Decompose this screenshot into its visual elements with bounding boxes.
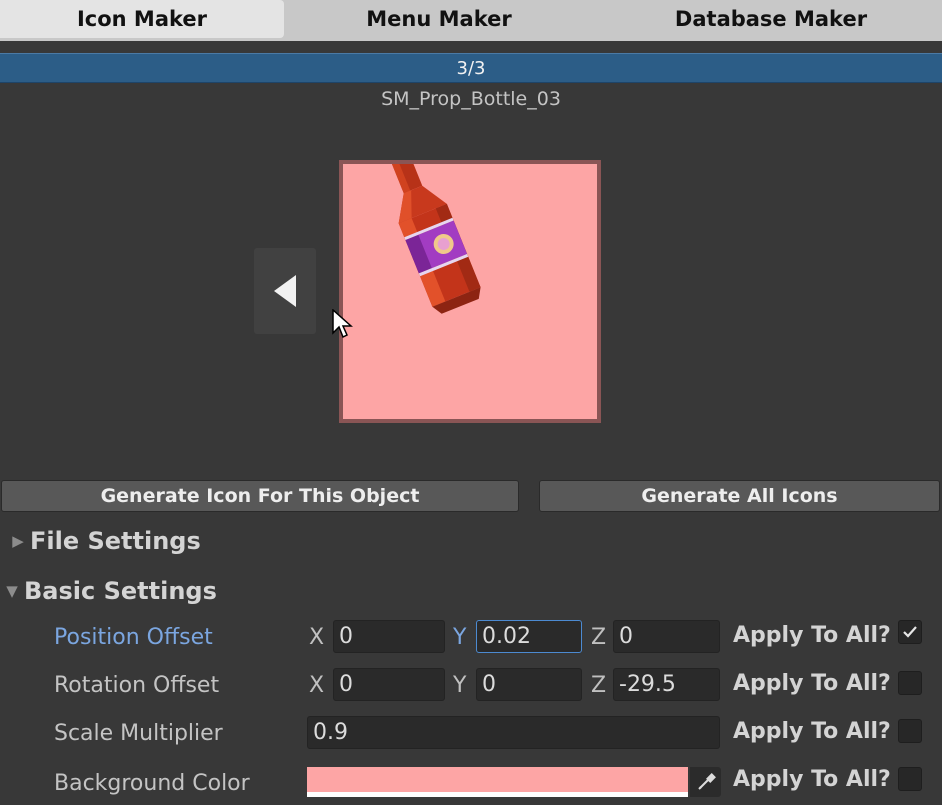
object-name: SM_Prop_Bottle_03 — [381, 88, 561, 110]
rotation-x-label: X — [309, 673, 325, 698]
position-offset-label: Position Offset — [54, 625, 213, 650]
position-apply-label: Apply To All? — [733, 623, 891, 648]
file-settings-label: File Settings — [30, 527, 201, 555]
arrow-left-icon — [274, 275, 296, 307]
position-z-field[interactable]: 0 — [613, 620, 720, 653]
checkmark-icon — [903, 626, 917, 638]
basic-settings-label: Basic Settings — [24, 577, 217, 605]
generate-icon-button[interactable]: Generate Icon For This Object — [1, 480, 519, 512]
position-apply-checkbox[interactable] — [898, 620, 922, 644]
background-color-label: Background Color — [54, 771, 250, 796]
tool-tabs: Icon Maker Menu Maker Database Maker — [0, 0, 942, 41]
file-settings-foldout[interactable]: ▶ File Settings — [6, 527, 201, 555]
position-x-field[interactable]: 0 — [333, 620, 445, 653]
previous-object-button[interactable] — [254, 248, 316, 334]
scale-apply-checkbox[interactable] — [898, 719, 922, 743]
rotation-y-field[interactable]: 0 — [476, 668, 582, 701]
position-y-label: Y — [453, 625, 467, 650]
scale-apply-label: Apply To All? — [733, 719, 891, 744]
icon-preview — [339, 160, 601, 423]
bottle-preview-image — [388, 164, 481, 314]
eyedropper-icon — [697, 773, 716, 790]
position-x-label: X — [309, 625, 325, 650]
mouse-cursor-icon — [332, 309, 353, 339]
tab-icon-maker[interactable]: Icon Maker — [0, 0, 284, 38]
tab-database-maker[interactable]: Database Maker — [600, 0, 942, 38]
eyedropper-button[interactable] — [690, 767, 721, 797]
rotation-z-field[interactable]: -29.5 — [613, 668, 720, 701]
scale-multiplier-field[interactable]: 0.9 — [307, 716, 720, 749]
rotation-y-label: Y — [453, 673, 467, 698]
background-apply-label: Apply To All? — [733, 767, 891, 792]
generate-all-icons-button[interactable]: Generate All Icons — [539, 480, 940, 512]
rotation-apply-checkbox[interactable] — [898, 671, 922, 695]
background-color-field[interactable] — [307, 767, 688, 797]
progress-bar: 3/3 — [0, 53, 942, 83]
scale-multiplier-label: Scale Multiplier — [54, 721, 223, 746]
basic-settings-foldout[interactable]: ▼ Basic Settings — [0, 577, 217, 605]
rotation-offset-label: Rotation Offset — [54, 673, 220, 698]
background-apply-checkbox[interactable] — [898, 767, 922, 791]
rotation-z-label: Z — [591, 673, 607, 698]
position-z-label: Z — [591, 625, 607, 650]
progress-label: 3/3 — [456, 57, 486, 79]
triangle-down-icon: ▼ — [6, 582, 18, 600]
rotation-apply-label: Apply To All? — [733, 671, 891, 696]
rotation-x-field[interactable]: 0 — [333, 668, 445, 701]
triangle-right-icon: ▶ — [12, 532, 24, 550]
position-y-field[interactable]: 0.02 — [476, 620, 582, 653]
tab-menu-maker[interactable]: Menu Maker — [284, 0, 594, 38]
